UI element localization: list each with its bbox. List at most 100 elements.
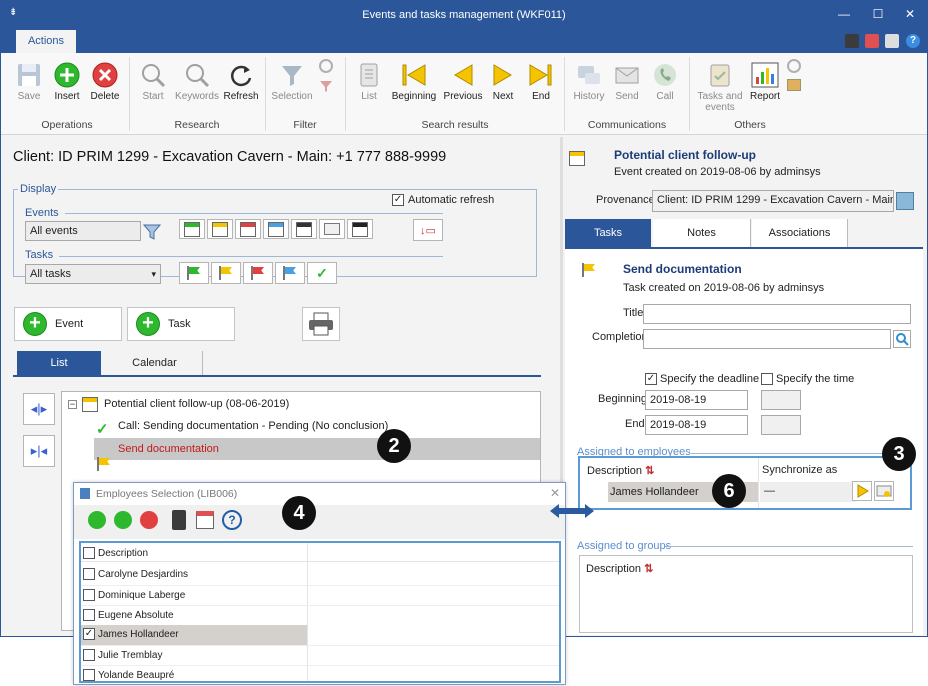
task-filter-green-flag-icon[interactable] xyxy=(179,262,209,284)
search-remove-icon[interactable] xyxy=(140,511,158,529)
printer-icon[interactable] xyxy=(885,34,899,48)
tab-actions[interactable]: Actions xyxy=(16,30,76,53)
print-button[interactable] xyxy=(302,307,340,341)
play-icon[interactable] xyxy=(852,481,872,501)
tab-notes[interactable]: Notes xyxy=(653,219,751,247)
tab-tasks[interactable]: Tasks xyxy=(565,219,651,247)
task-filter-checkmark-icon[interactable]: ✓ xyxy=(307,262,337,284)
tree-root-item[interactable]: Potential client follow-up (08-06-2019) xyxy=(104,398,289,410)
minimize-button[interactable]: — xyxy=(829,5,859,23)
specify-deadline-checkbox[interactable]: ✓ Specify the deadline xyxy=(645,373,759,385)
task-filter-red-flag-icon[interactable] xyxy=(243,262,273,284)
end-time-input[interactable] xyxy=(761,415,801,435)
events-filter-funnel-icon[interactable] xyxy=(142,223,162,241)
sync-settings-icon[interactable] xyxy=(874,481,894,501)
save-button[interactable]: Save xyxy=(11,57,47,102)
add-task-button[interactable]: + Task xyxy=(127,307,235,341)
calendar-icon[interactable] xyxy=(865,34,879,48)
tree-item-send-documentation[interactable]: Send documentation xyxy=(118,443,219,455)
add-event-button[interactable]: + Event xyxy=(14,307,122,341)
collapse-node-icon[interactable]: − xyxy=(68,400,77,409)
employee-checkbox[interactable] xyxy=(83,649,95,661)
groups-column-header-description[interactable]: Description ⇅ xyxy=(586,562,653,575)
close-icon[interactable]: ✕ xyxy=(550,486,560,500)
send-button[interactable]: Send xyxy=(609,57,645,102)
automatic-refresh-checkbox[interactable]: ✓ Automatic refresh xyxy=(392,194,494,206)
list-item[interactable]: Julie Tremblay xyxy=(81,645,559,665)
help-icon[interactable]: ? xyxy=(906,34,920,48)
keywords-button[interactable]: Keywords xyxy=(173,57,221,102)
event-filter-yellow-icon[interactable] xyxy=(207,219,233,239)
column-header-synchronize[interactable]: Synchronize as xyxy=(762,464,837,476)
list-item[interactable]: Yolande Beaupré xyxy=(81,665,559,683)
open-folder-icon[interactable] xyxy=(896,192,914,210)
history-button[interactable]: History xyxy=(571,57,607,102)
event-filter-calendar-icon[interactable] xyxy=(347,219,373,239)
checkbox-unchecked[interactable] xyxy=(761,373,773,385)
sort-order-icon[interactable]: ↓▭ xyxy=(413,219,443,241)
event-filter-folder-icon[interactable] xyxy=(319,219,345,239)
checkbox-checked[interactable]: ✓ xyxy=(645,373,657,385)
calculator-icon[interactable] xyxy=(845,34,859,48)
collapse-horizontal-icon[interactable]: ▸|◂ xyxy=(23,435,55,467)
selection-button[interactable]: Selection xyxy=(269,57,315,102)
list-item[interactable]: Eugene Absolute xyxy=(81,605,559,625)
tree-item-call[interactable]: Call: Sending documentation - Pending (N… xyxy=(118,420,388,432)
event-filter-completed-icon[interactable] xyxy=(291,219,317,239)
tasks-filter-select[interactable]: All tasks ▾ xyxy=(25,264,161,284)
maximize-button[interactable]: ☐ xyxy=(863,5,893,23)
calculator-icon[interactable] xyxy=(172,510,186,530)
search-add-icon[interactable] xyxy=(88,511,106,529)
funnel-small-icon[interactable] xyxy=(319,79,333,93)
report-button[interactable]: Report xyxy=(745,57,785,102)
list-button[interactable]: List xyxy=(351,57,387,102)
provenance-field[interactable]: Client: ID PRIM 1299 - Excavation Cavern… xyxy=(652,190,894,212)
expand-horizontal-icon[interactable]: ◂|▸ xyxy=(23,393,55,425)
search-next-icon[interactable] xyxy=(114,511,132,529)
task-filter-yellow-flag-icon[interactable] xyxy=(211,262,241,284)
beginning-time-input[interactable] xyxy=(761,390,801,410)
calendar-icon[interactable] xyxy=(196,511,214,529)
event-filter-blue-icon[interactable] xyxy=(263,219,289,239)
call-button[interactable]: Call xyxy=(647,57,683,102)
close-window-button[interactable]: ✕ xyxy=(895,5,925,23)
previous-button[interactable]: Previous xyxy=(441,57,485,102)
completion-search-icon[interactable] xyxy=(893,330,911,348)
employee-checkbox[interactable] xyxy=(83,609,95,621)
refresh-button[interactable]: Refresh xyxy=(221,57,261,102)
toolbox-icon[interactable] xyxy=(787,79,801,91)
specify-time-checkbox[interactable]: Specify the time xyxy=(761,373,854,385)
tab-calendar[interactable]: Calendar xyxy=(107,351,203,375)
start-button[interactable]: Start xyxy=(135,57,171,102)
employee-checkbox[interactable] xyxy=(83,568,95,580)
select-all-checkbox[interactable]: Description xyxy=(83,547,148,559)
title-input[interactable] xyxy=(643,304,911,324)
checkbox-checked[interactable]: ✓ xyxy=(392,194,404,206)
insert-button[interactable]: Insert xyxy=(49,57,85,102)
clock-icon[interactable] xyxy=(787,59,801,73)
list-item[interactable]: Carolyne Desjardins xyxy=(81,565,559,585)
checkbox-unchecked[interactable] xyxy=(83,547,95,559)
end-button[interactable]: End xyxy=(523,57,559,102)
delete-button[interactable]: Delete xyxy=(87,57,123,102)
tab-list[interactable]: List xyxy=(17,351,101,375)
tab-associations[interactable]: Associations xyxy=(752,219,848,247)
end-date-input[interactable]: 2019-08-19 xyxy=(645,415,748,435)
tasks-and-events-button[interactable]: Tasks and events xyxy=(695,57,745,113)
task-filter-blue-flag-icon[interactable] xyxy=(275,262,305,284)
event-filter-green-icon[interactable] xyxy=(179,219,205,239)
events-filter-field[interactable]: All events xyxy=(25,221,141,241)
next-button[interactable]: Next xyxy=(485,57,521,102)
gear-icon[interactable] xyxy=(319,59,333,73)
employee-checkbox[interactable] xyxy=(83,669,95,681)
event-filter-red-icon[interactable] xyxy=(235,219,261,239)
completion-input[interactable] xyxy=(643,329,891,349)
employee-checkbox[interactable] xyxy=(83,589,95,601)
employee-checkbox-checked[interactable]: ✓ xyxy=(83,628,95,640)
beginning-date-input[interactable]: 2019-08-19 xyxy=(645,390,748,410)
list-item[interactable]: Dominique Laberge xyxy=(81,585,559,605)
column-header-description[interactable]: Description ⇅ xyxy=(587,464,654,477)
help-icon[interactable]: ? xyxy=(222,510,242,530)
beginning-button[interactable]: Beginning xyxy=(387,57,441,102)
list-item-selected[interactable]: ✓ James Hollandeer xyxy=(81,625,307,645)
